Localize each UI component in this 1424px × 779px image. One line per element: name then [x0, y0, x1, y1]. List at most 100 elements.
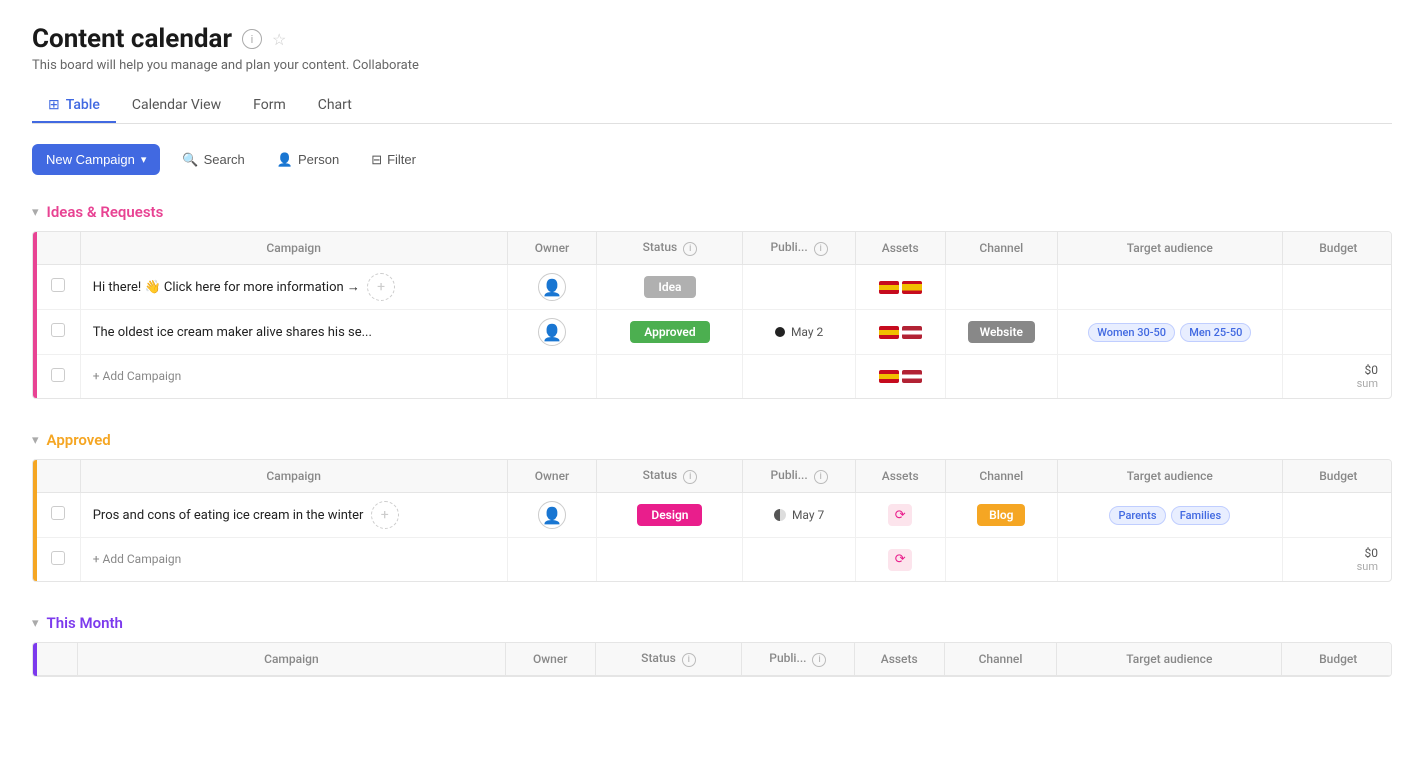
section-approved: ▾ Approved Campaign Owner Status i Publi…	[32, 431, 1392, 582]
ideas-col-channel: Channel	[945, 232, 1057, 265]
thismonth-col-campaign: Campaign	[78, 643, 506, 676]
flag-es-icon	[879, 326, 899, 339]
approved-col-check	[37, 460, 80, 493]
tab-chart[interactable]: Chart	[302, 89, 368, 123]
star-icon[interactable]: ☆	[272, 30, 286, 49]
info-icon[interactable]: i	[242, 29, 262, 49]
ideas-add-checkbox[interactable]	[51, 368, 65, 382]
search-button[interactable]: 🔍 Search	[172, 146, 254, 174]
approved-section-title: Approved	[47, 431, 111, 449]
approved-table: Campaign Owner Status i Publi... i Asset…	[37, 460, 1392, 581]
section-ideas: ▾ Ideas & Requests Campaign Owner Status…	[32, 203, 1392, 399]
tab-calendar[interactable]: Calendar View	[116, 89, 237, 123]
approved-row1-tag-families: Families	[1171, 506, 1230, 525]
approved-row-1: Pros and cons of eating ice cream in the…	[37, 493, 1392, 538]
status-info-icon[interactable]: i	[683, 242, 697, 256]
filter-icon: ⊟	[371, 152, 382, 168]
approved-publi-info-icon[interactable]: i	[814, 470, 828, 484]
ideas-section-bar	[33, 232, 37, 398]
approved-col-owner: Owner	[507, 460, 597, 493]
flag-add-us-icon	[902, 370, 922, 383]
ideas-table-wrap: Campaign Owner Status i Publi... i Asset…	[32, 231, 1392, 399]
thismonth-col-status: Status i	[595, 643, 741, 676]
ideas-row1-avatar: 👤	[538, 273, 566, 301]
approved-col-campaign: Campaign	[80, 460, 507, 493]
approved-status-info-icon[interactable]: i	[683, 470, 697, 484]
thismonth-col-publi: Publi... i	[742, 643, 855, 676]
approved-col-channel: Channel	[945, 460, 1057, 493]
ideas-row-1: Hi there! 👋 Click here for more informat…	[37, 265, 1392, 310]
new-campaign-button[interactable]: New Campaign ▾	[32, 144, 160, 175]
ideas-col-budget: Budget	[1282, 232, 1392, 265]
ideas-chevron-icon[interactable]: ▾	[32, 205, 39, 220]
filter-button[interactable]: ⊟ Filter	[361, 146, 426, 174]
thismonth-col-audience: Target audience	[1057, 643, 1282, 676]
thismonth-col-channel: Channel	[944, 643, 1057, 676]
tab-form[interactable]: Form	[237, 89, 302, 123]
approved-chevron-icon[interactable]: ▾	[32, 433, 39, 448]
approved-add-checkbox[interactable]	[51, 551, 65, 565]
ideas-row1-checkbox[interactable]	[51, 278, 65, 292]
flag-spain-icon	[879, 281, 899, 294]
ideas-row2-channel-badge: Website	[968, 321, 1035, 343]
ideas-row2-status-badge: Approved	[630, 321, 709, 343]
thismonth-table: Campaign Owner Status i Publi... i Asset…	[37, 643, 1392, 676]
ideas-add-assets	[868, 370, 933, 383]
thismonth-publi-info-icon[interactable]: i	[812, 653, 826, 667]
approved-add-row: + Add Campaign ⟳ $0	[37, 538, 1392, 582]
ideas-row2-publi: May 2	[755, 325, 842, 339]
dropdown-arrow-icon: ▾	[141, 153, 147, 166]
ideas-row1-add-owner[interactable]: +	[367, 273, 395, 301]
tab-table[interactable]: ⊞ Table	[32, 89, 116, 123]
table-icon: ⊞	[48, 97, 60, 113]
ideas-row2-assets	[868, 326, 933, 339]
ideas-row2-avatar: 👤	[538, 318, 566, 346]
ideas-row1-status-badge: Idea	[644, 276, 695, 298]
approved-row1-checkbox[interactable]	[51, 506, 65, 520]
date-dot-icon	[775, 327, 785, 337]
ideas-row-2: The oldest ice cream maker alive shares …	[37, 310, 1392, 355]
page-header: Content calendar i ☆ This board will hel…	[32, 24, 1392, 73]
ideas-col-audience: Target audience	[1057, 232, 1282, 265]
ideas-row2-tag-women: Women 30-50	[1088, 323, 1175, 342]
thismonth-section-title: This Month	[47, 614, 123, 632]
person-icon: 👤	[277, 152, 293, 168]
approved-row1-add-owner[interactable]: +	[371, 501, 399, 529]
approved-row1-assets: ⟳	[868, 504, 933, 526]
ideas-section-title: Ideas & Requests	[47, 203, 164, 221]
ideas-col-campaign: Campaign	[80, 232, 507, 265]
person-button[interactable]: 👤 Person	[267, 146, 349, 174]
ideas-col-publi: Publi... i	[743, 232, 855, 265]
ideas-row1-assets	[868, 281, 933, 294]
page-subtitle: This board will help you manage and plan…	[32, 58, 1392, 73]
ideas-add-campaign-button[interactable]: + Add Campaign	[93, 369, 182, 383]
approved-row1-status-badge: Design	[637, 504, 702, 526]
approved-row1-tag-parents: Parents	[1109, 506, 1165, 525]
ideas-col-assets: Assets	[855, 232, 945, 265]
approved-col-publi: Publi... i	[743, 460, 855, 493]
ideas-row2-checkbox[interactable]	[51, 323, 65, 337]
publi-info-icon[interactable]: i	[814, 242, 828, 256]
thismonth-section-bar	[33, 643, 37, 676]
approved-col-budget: Budget	[1282, 460, 1392, 493]
thismonth-col-check	[37, 643, 78, 676]
ideas-row1-campaign: Hi there! 👋 Click here for more informat…	[80, 265, 507, 310]
ideas-col-status: Status i	[597, 232, 743, 265]
ideas-add-row: + Add Campaign	[37, 355, 1392, 399]
section-thismonth: ▾ This Month Campaign Owner Status i Pub…	[32, 614, 1392, 677]
flag-add-es-icon	[879, 370, 899, 383]
thismonth-col-budget: Budget	[1282, 643, 1392, 676]
approved-row1-publi: May 7	[755, 508, 842, 522]
thismonth-status-info-icon[interactable]: i	[682, 653, 696, 667]
thismonth-chevron-icon[interactable]: ▾	[32, 616, 39, 631]
approved-col-status: Status i	[597, 460, 743, 493]
thismonth-col-assets: Assets	[854, 643, 944, 676]
approved-row1-avatar: 👤	[538, 501, 566, 529]
approved-table-wrap: Campaign Owner Status i Publi... i Asset…	[32, 459, 1392, 582]
flag-us-icon	[902, 326, 922, 339]
approved-col-audience: Target audience	[1057, 460, 1282, 493]
approved-add-campaign-button[interactable]: + Add Campaign	[93, 552, 182, 566]
framer-icon: ⟳	[888, 504, 912, 526]
thismonth-col-owner: Owner	[505, 643, 595, 676]
page-title: Content calendar	[32, 24, 232, 54]
